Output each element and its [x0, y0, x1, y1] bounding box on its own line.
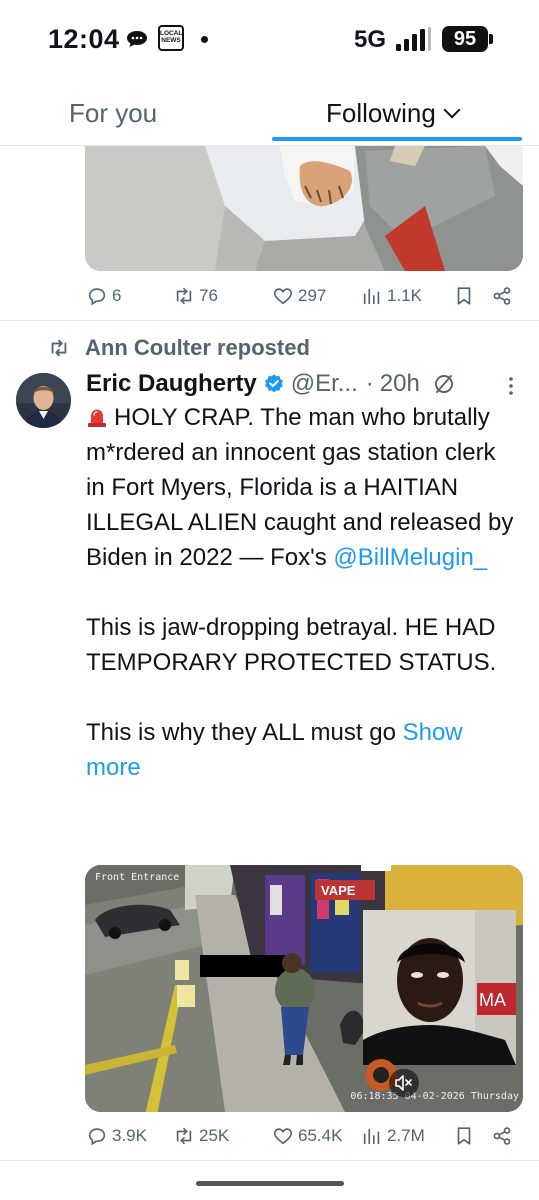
- author-handle[interactable]: @Er...: [291, 370, 358, 398]
- like-button[interactable]: 65.4K: [272, 1123, 342, 1149]
- tweet-text-part-3: This is why they ALL must go: [86, 719, 396, 746]
- views-count: 1.1K: [387, 286, 422, 305]
- tweet-paragraph-1: HOLY CRAP. The man who brutally m*rdered…: [86, 400, 516, 575]
- previous-tweet-image: [85, 146, 523, 271]
- repost-count: 25K: [199, 1126, 230, 1145]
- views-chart-icon: [363, 288, 380, 305]
- avatar-image: [16, 373, 71, 428]
- mute-button[interactable]: [389, 1069, 419, 1097]
- share-icon: [493, 287, 511, 305]
- tweet-paragraph-3: This is why they ALL must go Show more: [86, 715, 516, 785]
- bookmark-button[interactable]: [453, 283, 475, 309]
- tab-following-label: Following: [326, 98, 436, 128]
- tweet-divider: [0, 320, 539, 321]
- header-separator: ·: [365, 370, 374, 397]
- like-count: 297: [298, 286, 327, 305]
- mention-link[interactable]: @BillMelugin_: [333, 544, 487, 571]
- repost-banner-text: Ann Coulter reposted: [85, 335, 310, 360]
- notification-dot-icon: [201, 36, 208, 43]
- verified-badge-icon: [264, 374, 283, 393]
- views-button[interactable]: 2.7M: [361, 1123, 425, 1149]
- views-chart-icon: [363, 1128, 380, 1145]
- like-count: 65.4K: [298, 1126, 343, 1145]
- reply-button[interactable]: 6: [86, 283, 121, 309]
- tweet-header: Eric Daugherty @Er... · 20h: [86, 366, 456, 402]
- tweet-text[interactable]: HOLY CRAP. The man who brutally m*rdered…: [86, 400, 516, 785]
- grok-icon[interactable]: [432, 372, 456, 396]
- status-time: 12:04: [48, 24, 120, 54]
- repost-button[interactable]: 25K: [173, 1123, 229, 1149]
- home-indicator[interactable]: [196, 1181, 344, 1186]
- repost-icon: [176, 287, 192, 305]
- share-button[interactable]: [491, 1123, 513, 1149]
- repost-icon: [176, 1127, 192, 1145]
- heart-icon: [273, 288, 293, 305]
- previous-tweet-media[interactable]: [85, 146, 523, 271]
- local-news-icon: LOCAL NEWS: [158, 25, 184, 51]
- inset-sign-text: MA: [479, 990, 506, 1010]
- bookmark-icon: [457, 1127, 471, 1145]
- tweet-paragraph-2: This is jaw-dropping betrayal. HE HAD TE…: [86, 614, 497, 676]
- speaker-muted-icon: [395, 1075, 412, 1091]
- chat-bubble-icon: [127, 31, 147, 47]
- tweet-actions: 3.9K 25K 65.4K 2.7M: [0, 1119, 539, 1153]
- bookmark-button[interactable]: [453, 1123, 475, 1149]
- views-button[interactable]: 1.1K: [361, 283, 422, 309]
- repost-count: 76: [199, 286, 218, 305]
- tweet-divider: [0, 1160, 539, 1161]
- repost-button[interactable]: 76: [173, 283, 218, 309]
- avatar[interactable]: [16, 373, 71, 428]
- share-button[interactable]: [491, 283, 513, 309]
- tab-for-you-label: For you: [69, 98, 158, 128]
- reply-count: 3.9K: [112, 1126, 147, 1145]
- signal-strength-icon: [396, 27, 431, 51]
- repost-banner[interactable]: Ann Coulter reposted: [48, 333, 310, 363]
- status-bar: 12:04 LOCAL NEWS 5G 95: [0, 0, 539, 80]
- tweet-video[interactable]: VAPE MA Front Entrance 06:18:35 04-02-20…: [85, 865, 523, 1112]
- like-button[interactable]: 297: [272, 283, 326, 309]
- network-type: 5G: [354, 26, 387, 53]
- chevron-down-icon[interactable]: [443, 101, 461, 119]
- views-count: 2.7M: [387, 1126, 425, 1145]
- author-name[interactable]: Eric Daugherty: [86, 370, 257, 398]
- reply-icon: [88, 1128, 106, 1146]
- video-caption-top-left: Front Entrance: [95, 872, 180, 883]
- siren-emoji-icon: [88, 409, 106, 427]
- bookmark-icon: [457, 287, 471, 305]
- repost-icon: [51, 339, 67, 357]
- reply-icon: [88, 288, 106, 306]
- video-frame: VAPE MA: [85, 865, 523, 1112]
- store-sign-text: VAPE: [321, 883, 356, 898]
- battery-indicator: 95: [442, 26, 493, 52]
- tweet-time[interactable]: 20h: [380, 370, 420, 398]
- previous-tweet-actions: 6 76 297 1.1K: [0, 279, 539, 313]
- share-icon: [493, 1127, 511, 1145]
- reply-button[interactable]: 3.9K: [86, 1123, 147, 1149]
- tab-for-you[interactable]: For you: [69, 80, 157, 146]
- active-tab-indicator: [272, 137, 522, 141]
- video-timestamp: 06:18:35 04-02-2026 Thursday: [350, 1091, 519, 1102]
- heart-icon: [273, 1128, 293, 1145]
- reply-count: 6: [112, 286, 122, 305]
- more-options-icon[interactable]: [503, 376, 519, 396]
